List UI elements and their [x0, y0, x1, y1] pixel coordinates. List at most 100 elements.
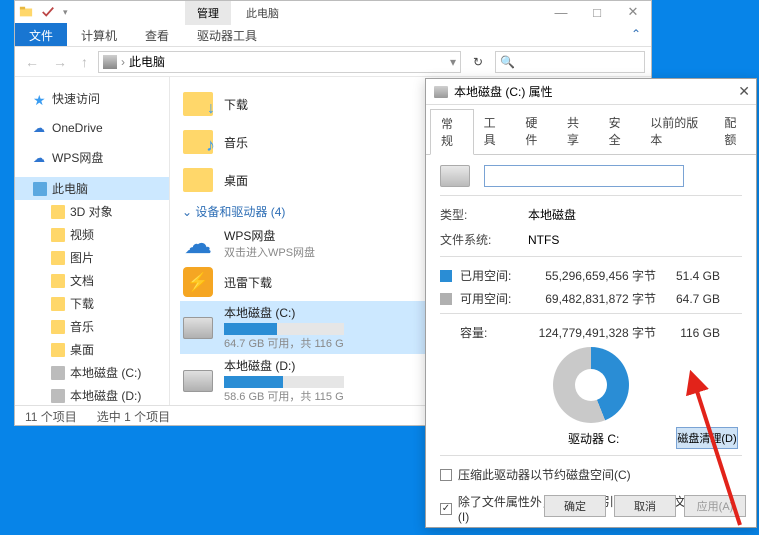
refresh-button[interactable]: ↻ [467, 55, 489, 69]
drive-d-usage-bar [224, 376, 344, 388]
tree-quick-access[interactable]: ★快速访问 [15, 87, 169, 110]
tree-this-pc[interactable]: 此电脑 [15, 177, 169, 200]
search-box[interactable]: 🔍 [495, 51, 645, 73]
tab-tools[interactable]: 工具 [474, 109, 516, 154]
cloud-icon: ☁ [33, 121, 47, 135]
folder-icon [51, 205, 65, 219]
breadcrumb[interactable]: 此电脑 [129, 53, 165, 70]
tab-previous-versions[interactable]: 以前的版本 [640, 109, 714, 154]
drive-name-input[interactable] [484, 165, 684, 187]
addr-dropdown-icon[interactable]: ▾ [450, 55, 456, 69]
free-color-swatch [440, 293, 452, 305]
tab-file[interactable]: 文件 [15, 23, 67, 46]
tab-quota[interactable]: 配额 [714, 109, 756, 154]
ok-button[interactable]: 确定 [544, 495, 606, 517]
drive-icon [434, 86, 448, 98]
music-icon [183, 130, 213, 154]
qat-dropdown-icon[interactable]: ▾ [63, 7, 68, 18]
manage-context-tab[interactable]: 管理 [185, 1, 231, 25]
tab-security[interactable]: 安全 [599, 109, 641, 154]
drive-letter-label: 驱动器 C: [568, 430, 619, 447]
address-bar[interactable]: › 此电脑 ▾ [98, 51, 461, 73]
tab-computer[interactable]: 计算机 [67, 23, 131, 46]
drive-icon [51, 389, 65, 403]
tab-drive-tools[interactable]: 驱动器工具 [183, 23, 271, 46]
compress-checkbox-row[interactable]: 压缩此驱动器以节约磁盘空间(C) [440, 466, 742, 483]
tab-hardware[interactable]: 硬件 [515, 109, 557, 154]
pc-icon [33, 182, 47, 196]
close-button[interactable]: ✕ [738, 83, 750, 100]
ribbon-expand-icon[interactable]: ⌃ [621, 23, 651, 46]
fs-label: 文件系统: [440, 231, 514, 248]
cloud-icon: ☁ [184, 227, 212, 260]
close-button[interactable]: ✕ [615, 1, 651, 23]
search-icon: 🔍 [500, 55, 515, 69]
star-icon: ★ [33, 92, 47, 106]
dialog-tabs: 常规 工具 硬件 共享 安全 以前的版本 配额 [426, 109, 756, 155]
downloads-icon [183, 92, 213, 116]
free-label: 可用空间: [460, 290, 528, 307]
minimize-button[interactable]: — [543, 1, 579, 23]
folder-icon [51, 343, 65, 357]
used-color-swatch [440, 270, 452, 282]
cloud-icon: ☁ [33, 151, 47, 165]
capacity-label: 容量: [460, 324, 528, 341]
tree-videos[interactable]: 视频 [15, 223, 169, 246]
status-selection: 选中 1 个项目 [97, 408, 170, 425]
forward-button[interactable]: → [49, 54, 71, 70]
disk-cleanup-button[interactable]: 磁盘清理(D) [676, 427, 738, 449]
capacity-gb: 116 GB [664, 326, 720, 340]
titlebar: ▾ 管理 此电脑 — □ ✕ [15, 1, 651, 23]
ribbon-tabs: 文件 计算机 查看 驱动器工具 ⌃ [15, 23, 651, 47]
folder-icon [19, 5, 33, 19]
used-bytes: 55,296,659,456 字节 [536, 267, 656, 284]
tree-downloads[interactable]: 下载 [15, 292, 169, 315]
drive-icon [183, 317, 213, 339]
tree-wps[interactable]: ☁WPS网盘 [15, 146, 169, 169]
checkbox-checked-icon: ✓ [440, 503, 452, 515]
folder-icon [51, 228, 65, 242]
tab-general[interactable]: 常规 [430, 109, 474, 155]
used-label: 已用空间: [460, 267, 528, 284]
cancel-button[interactable]: 取消 [614, 495, 676, 517]
capacity-bytes: 124,779,491,328 字节 [536, 324, 656, 341]
up-button[interactable]: ↑ [77, 54, 92, 70]
tree-music[interactable]: 音乐 [15, 315, 169, 338]
tree-documents[interactable]: 文档 [15, 269, 169, 292]
used-gb: 51.4 GB [664, 269, 720, 283]
drive-icon [183, 370, 213, 392]
tree-onedrive[interactable]: ☁OneDrive [15, 118, 169, 138]
tree-desktop[interactable]: 桌面 [15, 338, 169, 361]
desktop-icon [183, 168, 213, 192]
apply-button[interactable]: 应用(A) [684, 495, 746, 517]
dialog-titlebar: 本地磁盘 (C:) 属性 ✕ [426, 79, 756, 105]
type-label: 类型: [440, 206, 514, 223]
tree-3dobjects[interactable]: 3D 对象 [15, 200, 169, 223]
tree-drive-c[interactable]: 本地磁盘 (C:) [15, 361, 169, 384]
window-title: 此电脑 [246, 5, 279, 21]
dialog-title: 本地磁盘 (C:) 属性 [454, 83, 553, 100]
checkbox-unchecked-icon [440, 469, 452, 481]
tab-sharing[interactable]: 共享 [557, 109, 599, 154]
folder-icon [51, 320, 65, 334]
tree-pictures[interactable]: 图片 [15, 246, 169, 269]
tab-view[interactable]: 查看 [131, 23, 183, 46]
check-icon [41, 5, 55, 19]
folder-icon [51, 297, 65, 311]
status-item-count: 11 个项目 [25, 408, 77, 425]
fs-value: NTFS [528, 233, 559, 247]
free-bytes: 69,482,831,872 字节 [536, 290, 656, 307]
type-value: 本地磁盘 [528, 206, 576, 223]
nav-tree: ★快速访问 ☁OneDrive ☁WPS网盘 此电脑 3D 对象 视频 图片 文… [15, 77, 170, 405]
drive-icon [440, 165, 470, 187]
breadcrumb-sep: › [121, 55, 125, 69]
drive-icon [51, 366, 65, 380]
thunder-icon: ⚡ [183, 267, 213, 297]
maximize-button[interactable]: □ [579, 1, 615, 23]
drive-properties-dialog: 本地磁盘 (C:) 属性 ✕ 常规 工具 硬件 共享 安全 以前的版本 配额 类… [425, 78, 757, 528]
drive-c-usage-bar [224, 323, 344, 335]
back-button[interactable]: ← [21, 54, 43, 70]
usage-donut-chart [553, 347, 629, 423]
folder-icon [51, 274, 65, 288]
tree-drive-d[interactable]: 本地磁盘 (D:) [15, 384, 169, 405]
